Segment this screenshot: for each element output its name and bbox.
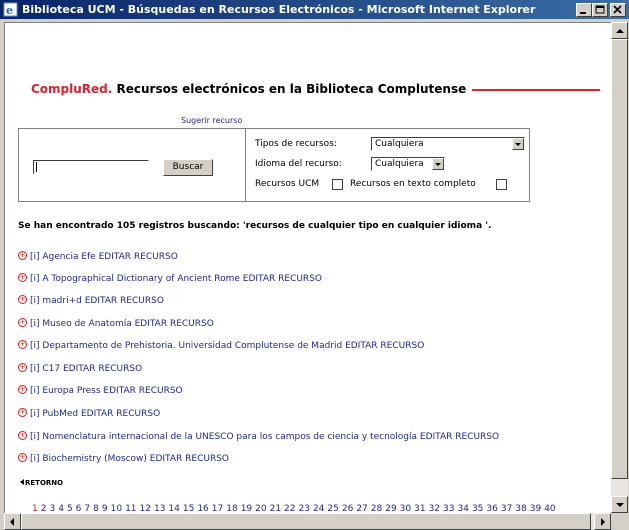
- page-title: Recursos electrónicos en la Biblioteca C…: [112, 82, 467, 96]
- list-item[interactable]: + [i] Nomenclatura internacional de la UN…: [18, 431, 499, 442]
- title-bar[interactable]: e Biblioteca UCM - Búsquedas en Recursos…: [0, 0, 629, 19]
- expand-icon[interactable]: +: [18, 340, 27, 349]
- fulltext-resources-label: Recursos en texto completo: [350, 179, 476, 189]
- expand-icon[interactable]: +: [18, 363, 27, 372]
- expand-icon[interactable]: +: [18, 295, 27, 304]
- minimize-icon: [580, 12, 586, 14]
- header-rule: [472, 88, 601, 91]
- list-item[interactable]: + [i] Biochemistry (Moscow) EDITAR RECURS…: [18, 453, 229, 464]
- fulltext-resources-checkbox[interactable]: [496, 179, 507, 190]
- maximize-icon: [595, 5, 605, 14]
- scroll-down-button[interactable]: [611, 496, 628, 513]
- resource-type-label: Tipos de recursos:: [255, 139, 337, 149]
- panel-divider: [245, 129, 246, 201]
- results-summary: Se han encontrado 105 registros buscando…: [18, 221, 492, 231]
- list-item[interactable]: + [i] Museo de Anatomía EDITAR RECURSO: [18, 318, 214, 329]
- expand-icon[interactable]: +: [18, 431, 27, 440]
- horizontal-scrollbar[interactable]: [4, 513, 611, 530]
- expand-icon[interactable]: +: [18, 273, 27, 282]
- expand-icon[interactable]: +: [18, 408, 27, 417]
- list-item[interactable]: + [i] madri+d EDITAR RECURSO: [18, 295, 164, 306]
- arrow-up-icon: [616, 29, 624, 33]
- internet-explorer-icon: e: [3, 2, 18, 17]
- scroll-left-button[interactable]: [4, 513, 21, 530]
- resource-language-label: Idioma del recurso:: [255, 159, 342, 169]
- brand-name: CompluRed.: [31, 82, 113, 96]
- maximize-button[interactable]: [592, 3, 608, 17]
- minimize-button[interactable]: [576, 3, 592, 17]
- expand-icon[interactable]: +: [18, 385, 27, 394]
- search-panel: Buscar Tipos de recursos: Cualquiera Idi…: [18, 128, 530, 202]
- scroll-right-button[interactable]: [594, 513, 611, 530]
- scroll-up-button[interactable]: [611, 22, 628, 39]
- expand-icon[interactable]: +: [18, 318, 27, 327]
- page-content: CompluRed. Recursos electrónicos en la B…: [4, 22, 611, 514]
- arrow-left-icon: [10, 518, 14, 526]
- list-item[interactable]: + [i] Agencia Efe EDITAR RECURSO: [18, 251, 178, 262]
- expand-icon[interactable]: +: [18, 453, 27, 462]
- list-item[interactable]: + [i] Departamento de Prehistoria. Univer…: [18, 340, 424, 351]
- list-item[interactable]: + [i] A Topographical Dictionary of Ancie…: [18, 273, 322, 284]
- list-item[interactable]: + [i] PubMed EDITAR RECURSO: [18, 408, 160, 419]
- svg-text:e: e: [6, 4, 13, 17]
- expand-icon[interactable]: +: [18, 251, 27, 260]
- chevron-down-icon[interactable]: [432, 158, 444, 170]
- list-item[interactable]: + [i] Europa Press EDITAR RECURSO: [18, 385, 183, 396]
- chevron-down-icon[interactable]: [512, 138, 524, 150]
- ucm-resources-checkbox[interactable]: [332, 179, 343, 190]
- resource-type-select[interactable]: Cualquiera: [371, 137, 525, 151]
- search-input[interactable]: [33, 160, 149, 174]
- back-arrow-icon: [20, 479, 24, 485]
- list-item[interactable]: + [i] C17 EDITAR RECURSO: [18, 363, 142, 374]
- window-title: Biblioteca UCM - Búsquedas en Recursos E…: [22, 3, 536, 16]
- page-header: CompluRed. Recursos electrónicos en la B…: [31, 82, 601, 96]
- horizontal-scroll-thumb[interactable]: [21, 513, 591, 530]
- vertical-scrollbar[interactable]: [611, 22, 628, 513]
- arrow-down-icon: [616, 503, 624, 507]
- back-link[interactable]: RETORNO: [20, 479, 63, 487]
- ucm-resources-label: Recursos UCM: [255, 179, 320, 189]
- vertical-scroll-thumb[interactable]: [611, 39, 628, 479]
- search-button[interactable]: Buscar: [163, 159, 213, 176]
- resource-language-select[interactable]: Cualquiera: [371, 157, 445, 171]
- scrollbar-corner: [611, 513, 629, 530]
- close-button[interactable]: [610, 3, 626, 17]
- resource-language-value: Cualquiera: [375, 159, 424, 169]
- resource-type-value: Cualquiera: [375, 139, 424, 149]
- arrow-right-icon: [601, 518, 605, 526]
- browser-window: e Biblioteca UCM - Búsquedas en Recursos…: [0, 0, 629, 530]
- suggest-resource-link[interactable]: Sugerir recurso: [181, 116, 242, 125]
- close-icon: [613, 5, 622, 14]
